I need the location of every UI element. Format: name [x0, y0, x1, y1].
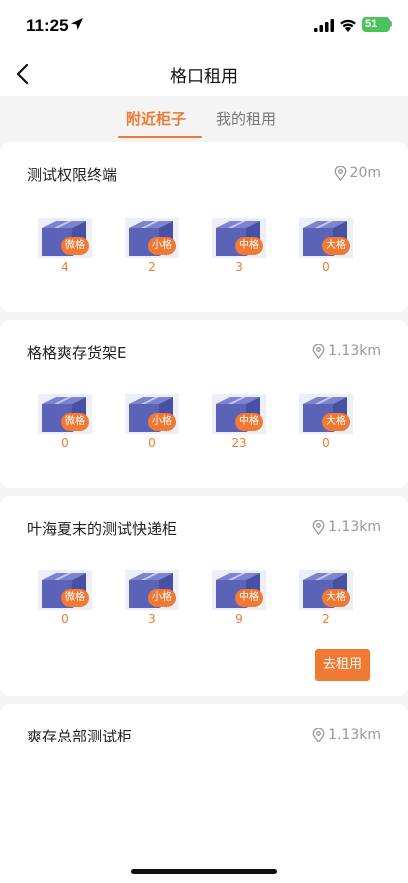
compartment-slot-medium[interactable]: 中格 3 — [212, 218, 268, 278]
size-badge: 微格 — [61, 413, 89, 431]
distance-value: 1.13km — [328, 343, 381, 359]
available-count: 0 — [322, 260, 330, 274]
cabinet-distance: 20m — [334, 165, 381, 181]
available-count: 2 — [148, 260, 156, 274]
size-badge: 中格 — [235, 589, 263, 607]
compartment-slot-medium[interactable]: 中格 9 — [212, 570, 268, 630]
cabinet-distance: 1.13km — [312, 519, 381, 535]
size-badge: 大格 — [322, 237, 350, 255]
available-count: 0 — [61, 436, 69, 450]
cellular-signal-icon — [314, 19, 334, 32]
compartment-slot-large[interactable]: 大格 0 — [299, 218, 355, 278]
size-badge: 小格 — [148, 237, 176, 255]
cabinet-card[interactable]: 格格爽存货架E 1.13km 微格 0 小格 0 中格 23 大格 0 — [0, 320, 408, 488]
home-indicator[interactable] — [131, 869, 277, 874]
compartment-slot-medium[interactable]: 中格 23 — [212, 394, 268, 454]
location-pin-icon — [312, 519, 325, 535]
cabinet-distance: 1.13km — [312, 727, 381, 743]
location-arrow-icon — [71, 18, 83, 30]
size-badge: 小格 — [148, 413, 176, 431]
tab-my-rentals[interactable]: 我的租用 — [216, 108, 276, 129]
status-bar: 11:25 51 — [0, 0, 408, 52]
wifi-icon — [340, 19, 356, 32]
available-count: 4 — [61, 260, 69, 274]
compartment-slot-micro[interactable]: 微格 0 — [38, 394, 94, 454]
available-count: 0 — [61, 612, 69, 626]
battery-tip — [390, 21, 392, 27]
cabinet-name: 测试权限终端 — [27, 166, 118, 184]
available-count: 23 — [231, 436, 247, 450]
compartment-slot-small[interactable]: 小格 0 — [125, 394, 181, 454]
available-count: 0 — [322, 436, 330, 450]
tab-bar: 附近柜子 我的租用 — [0, 96, 408, 140]
tab-nearby-cabinets[interactable]: 附近柜子 — [126, 108, 186, 129]
location-pin-icon — [334, 165, 346, 181]
bottom-overlay — [0, 742, 408, 883]
size-badge: 微格 — [61, 589, 89, 607]
rent-button[interactable]: 去租用 — [315, 649, 370, 681]
distance-value: 1.13km — [328, 519, 381, 535]
page-title: 格口租用 — [170, 67, 238, 87]
distance-value: 20m — [349, 165, 381, 181]
compartment-slot-small[interactable]: 小格 2 — [125, 218, 181, 278]
compartment-slot-large[interactable]: 大格 0 — [299, 394, 355, 454]
battery-indicator: 51 — [362, 17, 390, 32]
available-count: 0 — [148, 436, 156, 450]
size-badge: 大格 — [322, 413, 350, 431]
size-badge: 中格 — [235, 413, 263, 431]
nav-bar: 格口租用 — [0, 52, 408, 96]
active-tab-indicator — [118, 136, 202, 138]
size-badge: 微格 — [61, 237, 89, 255]
available-count: 2 — [322, 612, 330, 626]
compartment-slot-micro[interactable]: 微格 0 — [38, 570, 94, 630]
available-count: 3 — [148, 612, 156, 626]
size-badge: 中格 — [235, 237, 263, 255]
status-time: 11:25 — [26, 16, 69, 35]
cabinet-distance: 1.13km — [312, 343, 381, 359]
available-count: 9 — [235, 612, 243, 626]
compartment-slot-large[interactable]: 大格 2 — [299, 570, 355, 630]
cabinet-name: 格格爽存货架E — [27, 344, 127, 362]
location-pin-icon — [312, 343, 325, 359]
distance-value: 1.13km — [328, 727, 381, 743]
cabinet-name: 叶海夏末的测试快递柜 — [27, 520, 178, 538]
cabinet-card[interactable]: 叶海夏末的测试快递柜 1.13km 微格 0 小格 3 中格 9 大格 2 去租… — [0, 496, 408, 696]
location-pin-icon — [312, 727, 325, 743]
available-count: 3 — [235, 260, 243, 274]
size-badge: 小格 — [148, 589, 176, 607]
cabinet-card[interactable]: 测试权限终端 20m 微格 4 小格 2 中格 3 大格 0 — [0, 142, 408, 312]
compartment-slot-small[interactable]: 小格 3 — [125, 570, 181, 630]
battery-level: 51 — [365, 18, 378, 30]
compartment-slot-micro[interactable]: 微格 4 — [38, 218, 94, 278]
size-badge: 大格 — [322, 589, 350, 607]
